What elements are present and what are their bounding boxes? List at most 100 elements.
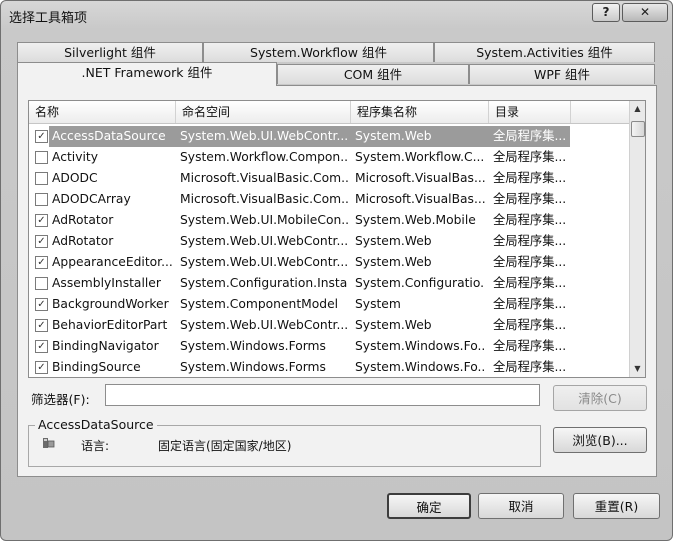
- table-row[interactable]: ✓ BindingNavigator System.Windows.Forms Sys…: [29, 336, 629, 357]
- row-checkbox[interactable]: [35, 277, 48, 290]
- browse-button[interactable]: 浏览(B)...: [553, 427, 647, 453]
- cell-name: BindingNavigator: [52, 339, 159, 353]
- column-header-name[interactable]: 名称: [29, 101, 176, 123]
- cell-name: Activity: [52, 150, 98, 164]
- cell-name: AppearanceEditor...: [52, 255, 173, 269]
- row-checkbox[interactable]: ✓: [35, 361, 48, 374]
- table-row[interactable]: ✓ AdRotator System.Web.UI.MobileCon... Syst…: [29, 210, 629, 231]
- window-title: 选择工具箱项: [9, 11, 88, 26]
- cell-namespace: System.Windows.Forms: [180, 360, 326, 374]
- cell-assembly: System.Windows.Fo...: [355, 360, 485, 374]
- row-checkbox[interactable]: ✓: [35, 130, 48, 143]
- cell-name: ADODC: [52, 171, 98, 185]
- table-row[interactable]: AssemblyInstaller System.Configuration.In…: [29, 273, 629, 294]
- cell-directory: 全局程序集...: [493, 171, 567, 185]
- tab-silverlight[interactable]: Silverlight 组件: [17, 42, 203, 62]
- cell-name: AdRotator: [52, 213, 114, 227]
- cell-directory: 全局程序集...: [493, 129, 567, 143]
- column-header-assembly[interactable]: 程序集名称: [351, 101, 489, 123]
- check-icon: ✓: [37, 257, 46, 268]
- tab-system-workflow[interactable]: System.Workflow 组件: [203, 42, 434, 62]
- column-header-namespace[interactable]: 命名空间: [176, 101, 351, 123]
- cell-name: BehaviorEditorPart: [52, 318, 168, 332]
- table-row[interactable]: ADODCArray Microsoft.VisualBasic.Com... Mi…: [29, 189, 629, 210]
- tab-wpf[interactable]: WPF 组件: [469, 64, 655, 84]
- row-checkbox[interactable]: [35, 151, 48, 164]
- table-row[interactable]: ✓ AdRotator System.Web.UI.WebContr... Syste…: [29, 231, 629, 252]
- row-checkbox[interactable]: ✓: [35, 340, 48, 353]
- filter-input[interactable]: [105, 384, 540, 406]
- cell-namespace: System.Web.UI.WebContr...: [180, 318, 348, 332]
- cell-assembly: System.Workflow.C...: [355, 150, 485, 164]
- cell-directory: 全局程序集...: [493, 276, 567, 290]
- cell-namespace: System.ComponentModel: [180, 297, 339, 311]
- cell-name: BindingSource: [52, 360, 141, 374]
- row-checkbox[interactable]: ✓: [35, 235, 48, 248]
- cell-directory: 全局程序集...: [493, 318, 567, 332]
- tab-com[interactable]: COM 组件: [277, 64, 469, 84]
- cell-namespace: System.Web.UI.WebContr...: [180, 129, 348, 143]
- cell-assembly: System.Web: [355, 255, 432, 269]
- cell-directory: 全局程序集...: [493, 234, 567, 248]
- ok-button[interactable]: 确定: [387, 493, 471, 519]
- table-row[interactable]: ✓ BehaviorEditorPart System.Web.UI.WebCont…: [29, 315, 629, 336]
- cell-name: BackgroundWorker: [52, 297, 169, 311]
- cell-name: AssemblyInstaller: [52, 276, 161, 290]
- tab-system-activities[interactable]: System.Activities 组件: [434, 42, 655, 62]
- check-icon: ✓: [37, 320, 46, 331]
- reset-button[interactable]: 重置(R): [573, 493, 660, 519]
- clear-button[interactable]: 清除(C): [553, 385, 647, 411]
- list-header: 名称 命名空间 程序集名称 目录: [29, 101, 629, 124]
- cell-assembly: System.Configuratio...: [355, 276, 485, 290]
- table-row[interactable]: ADODC Microsoft.VisualBasic.Com... Microso…: [29, 168, 629, 189]
- cell-directory: 全局程序集...: [493, 339, 567, 353]
- cell-namespace: System.Configuration.Install: [180, 276, 348, 290]
- help-button[interactable]: ?: [592, 3, 620, 22]
- check-icon: ✓: [37, 215, 46, 226]
- row-checkbox[interactable]: ✓: [35, 319, 48, 332]
- table-row[interactable]: ✓ BackgroundWorker System.ComponentModel Sy…: [29, 294, 629, 315]
- scroll-up-icon[interactable]: ▲: [630, 101, 645, 117]
- check-icon: ✓: [37, 362, 46, 373]
- row-checkbox[interactable]: ✓: [35, 214, 48, 227]
- cell-directory: 全局程序集...: [493, 255, 567, 269]
- scroll-thumb[interactable]: [631, 121, 645, 137]
- cell-name: AdRotator: [52, 234, 114, 248]
- cell-assembly: Microsoft.VisualBas...: [355, 171, 485, 185]
- cell-name: ADODCArray: [52, 192, 131, 206]
- row-checkbox[interactable]: ✓: [35, 256, 48, 269]
- check-icon: ✓: [37, 299, 46, 310]
- cell-assembly: System.Web: [355, 318, 432, 332]
- vertical-scrollbar[interactable]: ▲ ▼: [629, 101, 645, 377]
- table-row[interactable]: ✓ AppearanceEditor... System.Web.UI.WebCon…: [29, 252, 629, 273]
- cell-directory: 全局程序集...: [493, 150, 567, 164]
- cell-assembly: System: [355, 297, 401, 311]
- assembly-icon: [43, 438, 55, 448]
- cancel-button[interactable]: 取消: [478, 493, 564, 519]
- table-row[interactable]: ✓ AccessDataSource System.Web.UI.WebContr.…: [29, 126, 629, 147]
- table-row[interactable]: ✓ BindingSource System.Windows.Forms System…: [29, 357, 629, 377]
- close-button[interactable]: ✕: [622, 3, 668, 22]
- cell-namespace: Microsoft.VisualBasic.Com...: [180, 192, 348, 206]
- column-header-directory[interactable]: 目录: [489, 101, 571, 123]
- cell-namespace: System.Workflow.Compon...: [180, 150, 348, 164]
- cell-assembly: System.Windows.Fo...: [355, 339, 485, 353]
- tab-net-framework[interactable]: .NET Framework 组件: [17, 62, 277, 86]
- info-title: AccessDataSource: [35, 417, 157, 432]
- components-list[interactable]: 名称 命名空间 程序集名称 目录 ✓ AccessDataSource System…: [28, 100, 646, 378]
- cell-assembly: System.Web: [355, 234, 432, 248]
- row-checkbox[interactable]: [35, 172, 48, 185]
- cell-directory: 全局程序集...: [493, 360, 567, 374]
- table-row[interactable]: Activity System.Workflow.Compon... System.…: [29, 147, 629, 168]
- cell-namespace: System.Web.UI.WebContr...: [180, 255, 348, 269]
- check-icon: ✓: [37, 131, 46, 142]
- row-checkbox[interactable]: [35, 193, 48, 206]
- filter-label: 筛选器(F):: [31, 392, 90, 407]
- language-value: 固定语言(固定国家/地区): [158, 439, 292, 453]
- cell-namespace: Microsoft.VisualBasic.Com...: [180, 171, 348, 185]
- cell-namespace: System.Web.UI.MobileCon...: [180, 213, 348, 227]
- cell-namespace: System.Windows.Forms: [180, 339, 326, 353]
- row-checkbox[interactable]: ✓: [35, 298, 48, 311]
- scroll-down-icon[interactable]: ▼: [630, 361, 645, 377]
- cell-assembly: System.Web.Mobile: [355, 213, 476, 227]
